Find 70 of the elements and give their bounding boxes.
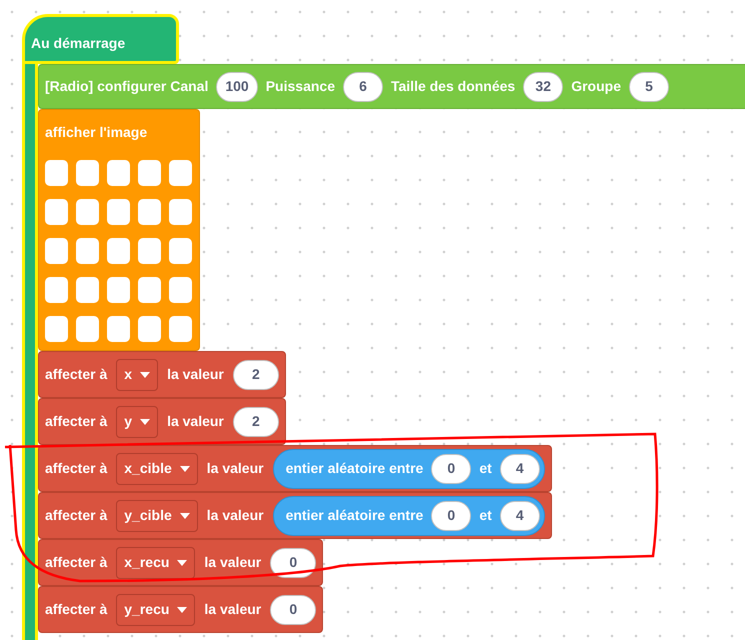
block-label: affecter à xyxy=(45,553,108,572)
led-cell[interactable] xyxy=(107,199,130,225)
random-integer-block[interactable]: entier aléatoire entre 0 et 4 xyxy=(272,496,545,536)
number-input[interactable]: 100 xyxy=(216,72,258,102)
set-variable-block[interactable]: affecter à x_recu la valeur 0 xyxy=(38,539,324,586)
led-cell[interactable] xyxy=(169,277,192,303)
led-cell[interactable] xyxy=(138,160,161,186)
led-cell[interactable] xyxy=(76,199,99,225)
led-cell[interactable] xyxy=(76,277,99,303)
number-input[interactable]: 6 xyxy=(342,72,383,102)
set-variable-block[interactable]: affecter à x la valeur 2 xyxy=(38,351,286,398)
set-variable-block[interactable]: affecter à y la valeur 2 xyxy=(38,398,286,445)
variable-dropdown[interactable]: y_recu xyxy=(116,594,196,626)
led-cell[interactable] xyxy=(45,160,68,186)
block-label: affecter à xyxy=(45,365,108,384)
block-label: affecter à xyxy=(45,412,108,431)
led-cell[interactable] xyxy=(45,277,68,303)
number-input[interactable]: 4 xyxy=(500,454,540,484)
variable-dropdown[interactable]: x_cible xyxy=(116,452,198,484)
block-label: la valeur xyxy=(204,600,262,619)
number-input[interactable]: 5 xyxy=(629,72,669,102)
block-label: la valeur xyxy=(167,365,224,384)
led-cell[interactable] xyxy=(107,277,130,303)
led-cell[interactable] xyxy=(107,238,130,264)
block-label: affecter à xyxy=(45,600,108,619)
led-cell[interactable] xyxy=(169,199,192,225)
block-label: affecter à xyxy=(45,506,108,525)
led-cell[interactable] xyxy=(169,160,192,186)
set-variable-block[interactable]: affecter à y_recu la valeur 0 xyxy=(38,586,324,633)
variable-dropdown[interactable]: y_cible xyxy=(116,500,198,532)
variable-dropdown[interactable]: x_recu xyxy=(116,546,196,578)
number-input[interactable]: 4 xyxy=(500,500,540,530)
number-input[interactable]: 0 xyxy=(270,594,316,624)
radio-configure-block[interactable]: [Radio] configurer Canal 100 Puissance 6 Taille des données 32 Groupe 5 xyxy=(38,64,745,109)
block-label: la valeur xyxy=(206,506,264,525)
led-cell[interactable] xyxy=(138,277,161,303)
number-input[interactable]: 2 xyxy=(232,360,279,390)
led-cell[interactable] xyxy=(138,316,161,342)
caret-icon xyxy=(180,512,190,518)
number-input[interactable]: 2 xyxy=(232,406,279,436)
led-cell[interactable] xyxy=(169,316,192,342)
led-cell[interactable] xyxy=(45,238,68,264)
caret-icon xyxy=(140,372,150,378)
block-label: la valeur xyxy=(206,459,264,478)
block-label: la valeur xyxy=(167,412,224,431)
led-cell[interactable] xyxy=(76,160,99,186)
led-cell[interactable] xyxy=(107,316,130,342)
led-cell[interactable] xyxy=(169,238,192,264)
led-cell[interactable] xyxy=(107,160,130,186)
led-cell[interactable] xyxy=(138,199,161,225)
caret-icon xyxy=(140,418,150,424)
number-input[interactable]: 0 xyxy=(431,454,472,484)
block-label: la valeur xyxy=(204,553,262,572)
led-cell[interactable] xyxy=(138,238,161,264)
caret-icon xyxy=(180,466,190,472)
caret-icon xyxy=(177,560,188,566)
caret-icon xyxy=(177,606,188,612)
set-variable-block[interactable]: affecter à x_cible la valeur entier aléatoire entre 0 et 4 xyxy=(38,445,552,492)
led-cell[interactable] xyxy=(45,199,68,225)
variable-dropdown[interactable]: y xyxy=(116,406,158,438)
number-input[interactable]: 0 xyxy=(431,500,472,530)
led-cell[interactable] xyxy=(76,238,99,264)
random-integer-block[interactable]: entier aléatoire entre 0 et 4 xyxy=(272,448,545,488)
set-variable-block[interactable]: affecter à y_cible la valeur entier aléatoire entre 0 et 4 xyxy=(38,492,552,539)
variable-dropdown[interactable]: x xyxy=(116,358,158,390)
number-input[interactable]: 32 xyxy=(523,72,564,102)
block-label: affecter à xyxy=(45,459,108,478)
led-cell[interactable] xyxy=(76,316,99,342)
led-cell[interactable] xyxy=(45,316,68,342)
number-input[interactable]: 0 xyxy=(270,548,316,578)
